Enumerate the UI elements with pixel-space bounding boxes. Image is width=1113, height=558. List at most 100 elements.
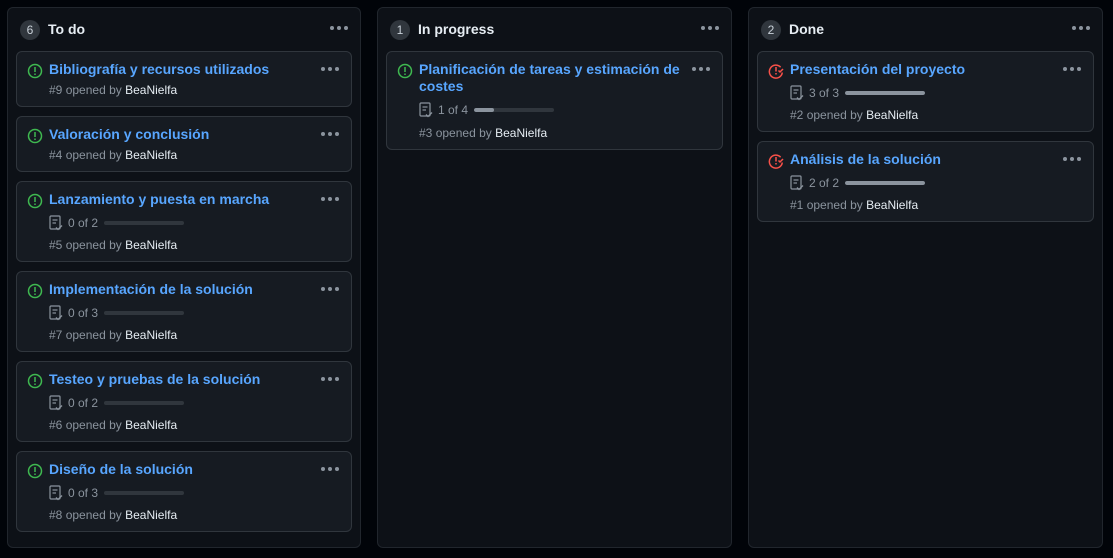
column-count: 6 xyxy=(20,20,40,40)
author-link[interactable]: BeaNielfa xyxy=(495,126,547,140)
column-done: 2 Done Presentación del proyecto 3 of 3 … xyxy=(748,7,1103,548)
issue-card[interactable]: Diseño de la solución 0 of 3 #8 opened b… xyxy=(16,451,352,532)
issue-number: #9 xyxy=(49,83,63,97)
issue-number: #4 xyxy=(49,148,63,162)
kebab-horizontal-icon xyxy=(319,461,341,477)
project-board: 6 To do Bibliografía y recursos utilizad… xyxy=(0,0,1113,558)
issue-opened-icon xyxy=(27,63,43,79)
issue-number: #3 xyxy=(419,126,433,140)
opened-by-text: opened by xyxy=(65,328,122,342)
issue-number: #8 xyxy=(49,508,63,522)
issue-title-link[interactable]: Valoración y conclusión xyxy=(49,126,311,143)
card-menu-button[interactable] xyxy=(319,61,341,77)
issue-card[interactable]: Análisis de la solución 2 of 2 #1 opened… xyxy=(757,141,1094,222)
card-menu-button[interactable] xyxy=(319,126,341,142)
author-link[interactable]: BeaNielfa xyxy=(125,148,177,162)
issue-closed-icon xyxy=(768,64,784,79)
issue-title-link[interactable]: Planificación de tareas y estimación de … xyxy=(419,61,682,95)
kebab-horizontal-icon xyxy=(699,20,721,36)
opened-by-text: opened by xyxy=(65,83,122,97)
opened-by-text: opened by xyxy=(806,108,863,122)
author-link[interactable]: BeaNielfa xyxy=(125,508,177,522)
card-menu-button[interactable] xyxy=(319,371,341,387)
issue-meta: #6 opened by BeaNielfa xyxy=(49,418,177,432)
task-progress-fill xyxy=(845,181,926,185)
kebab-horizontal-icon xyxy=(319,126,341,142)
issue-card[interactable]: Implementación de la solución 0 of 3 #7 … xyxy=(16,271,352,352)
issue-title-link[interactable]: Presentación del proyecto xyxy=(790,61,1053,78)
tasklist-icon xyxy=(790,85,804,101)
issue-card[interactable]: Valoración y conclusión #4 opened by Bea… xyxy=(16,116,352,172)
task-progress: 0 of 2 xyxy=(49,215,185,231)
issue-opened-icon xyxy=(27,128,43,144)
kebab-horizontal-icon xyxy=(690,61,712,77)
tasklist-icon xyxy=(49,305,63,321)
column-menu-button[interactable] xyxy=(1070,20,1092,36)
card-menu-button[interactable] xyxy=(319,191,341,207)
card-menu-button[interactable] xyxy=(319,461,341,477)
task-progress-bar xyxy=(845,91,926,95)
column-title: In progress xyxy=(418,21,495,37)
task-count: 0 of 2 xyxy=(68,216,99,230)
task-progress-bar xyxy=(104,311,185,315)
card-menu-button[interactable] xyxy=(690,61,712,77)
author-link[interactable]: BeaNielfa xyxy=(866,198,918,212)
task-progress-fill xyxy=(845,91,926,95)
author-link[interactable]: BeaNielfa xyxy=(125,83,177,97)
issue-meta: #8 opened by BeaNielfa xyxy=(49,508,177,522)
issue-meta: #5 opened by BeaNielfa xyxy=(49,238,177,252)
issue-card[interactable]: Lanzamiento y puesta en marcha 0 of 2 #5… xyxy=(16,181,352,262)
kebab-horizontal-icon xyxy=(1061,61,1083,77)
task-progress: 0 of 3 xyxy=(49,485,185,501)
task-count: 1 of 4 xyxy=(438,103,469,117)
column-count: 2 xyxy=(761,20,781,40)
task-count: 0 of 2 xyxy=(68,396,99,410)
kebab-horizontal-icon xyxy=(1061,151,1083,167)
issue-title-link[interactable]: Bibliografía y recursos utilizados xyxy=(49,61,311,78)
opened-by-text: opened by xyxy=(806,198,863,212)
column-header: 2 Done xyxy=(749,8,1102,50)
issue-title-link[interactable]: Lanzamiento y puesta en marcha xyxy=(49,191,311,208)
tasklist-icon xyxy=(49,395,63,411)
column-title: Done xyxy=(789,21,824,37)
column-in-progress: 1 In progress Planificación de tareas y … xyxy=(377,7,732,548)
tasklist-icon xyxy=(49,485,63,501)
tasklist-icon xyxy=(419,102,433,118)
task-count: 0 of 3 xyxy=(68,486,99,500)
issue-title-link[interactable]: Testeo y pruebas de la solución xyxy=(49,371,311,388)
issue-card[interactable]: Bibliografía y recursos utilizados #9 op… xyxy=(16,51,352,107)
kebab-horizontal-icon xyxy=(319,281,341,297)
tasklist-icon xyxy=(49,215,63,231)
card-menu-button[interactable] xyxy=(319,281,341,297)
task-progress-bar xyxy=(845,181,926,185)
issue-meta: #3 opened by BeaNielfa xyxy=(419,126,547,140)
issue-meta: #4 opened by BeaNielfa xyxy=(49,148,177,162)
task-progress: 0 of 2 xyxy=(49,395,185,411)
author-link[interactable]: BeaNielfa xyxy=(125,238,177,252)
issue-opened-icon xyxy=(397,63,413,79)
opened-by-text: opened by xyxy=(65,148,122,162)
author-link[interactable]: BeaNielfa xyxy=(866,108,918,122)
issue-card[interactable]: Planificación de tareas y estimación de … xyxy=(386,51,723,150)
opened-by-text: opened by xyxy=(65,508,122,522)
kebab-horizontal-icon xyxy=(319,61,341,77)
issue-title-link[interactable]: Implementación de la solución xyxy=(49,281,311,298)
issue-number: #1 xyxy=(790,198,804,212)
kebab-horizontal-icon xyxy=(319,371,341,387)
task-progress: 2 of 2 xyxy=(790,175,926,191)
task-progress-fill xyxy=(474,108,495,112)
card-menu-button[interactable] xyxy=(1061,151,1083,167)
task-progress: 3 of 3 xyxy=(790,85,926,101)
column-menu-button[interactable] xyxy=(699,20,721,36)
task-count: 2 of 2 xyxy=(809,176,840,190)
column-menu-button[interactable] xyxy=(328,20,350,36)
issue-title-link[interactable]: Diseño de la solución xyxy=(49,461,311,478)
task-progress-bar xyxy=(104,221,185,225)
task-count: 0 of 3 xyxy=(68,306,99,320)
author-link[interactable]: BeaNielfa xyxy=(125,328,177,342)
author-link[interactable]: BeaNielfa xyxy=(125,418,177,432)
issue-card[interactable]: Testeo y pruebas de la solución 0 of 2 #… xyxy=(16,361,352,442)
card-menu-button[interactable] xyxy=(1061,61,1083,77)
issue-title-link[interactable]: Análisis de la solución xyxy=(790,151,1053,168)
issue-card[interactable]: Presentación del proyecto 3 of 3 #2 open… xyxy=(757,51,1094,132)
